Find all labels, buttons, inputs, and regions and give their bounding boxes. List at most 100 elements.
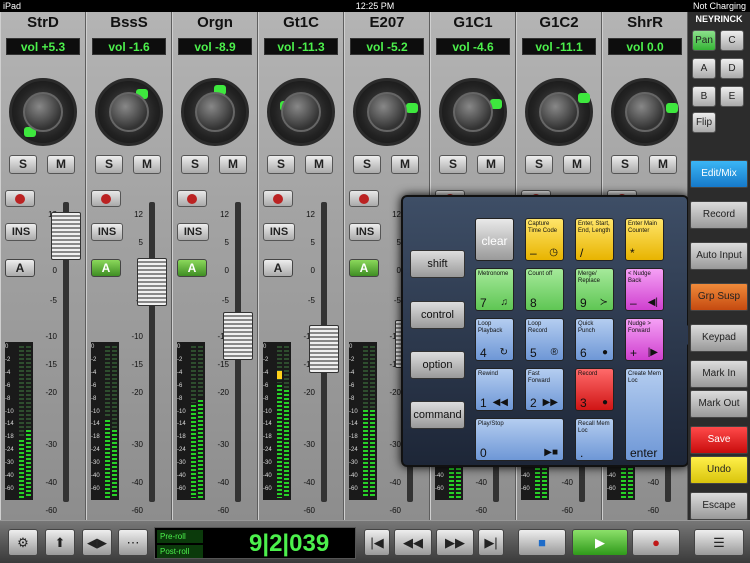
mute-button[interactable]: M — [133, 155, 161, 174]
track-name[interactable]: E207 — [345, 14, 429, 31]
go-to-end-button[interactable]: ▶| — [478, 529, 504, 556]
stop-button[interactable]: ■ — [518, 529, 566, 556]
solo-button[interactable]: S — [353, 155, 381, 174]
keypad-key[interactable]: Play/Stop 0 ▶■ — [475, 418, 564, 461]
go-to-start-button[interactable]: |◀ — [364, 529, 390, 556]
mode-button-flip[interactable]: Flip — [692, 112, 716, 133]
keypad-key[interactable]: Enter, Start, End, Length / — [575, 218, 614, 261]
control-button[interactable]: control — [410, 301, 465, 329]
pan-knob[interactable] — [611, 78, 679, 146]
solo-button[interactable]: S — [95, 155, 123, 174]
settings-button[interactable]: ⚙ — [8, 529, 38, 556]
menu-button[interactable]: ☰ — [694, 529, 744, 556]
pan-knob[interactable] — [9, 78, 77, 146]
mute-button[interactable]: M — [563, 155, 591, 174]
auto-input-button[interactable]: Auto Input — [690, 242, 748, 270]
mode-button-b[interactable]: B — [692, 86, 716, 107]
solo-button[interactable]: S — [9, 155, 37, 174]
command-button[interactable]: command — [410, 401, 465, 429]
pan-knob[interactable] — [439, 78, 507, 146]
track-name[interactable]: Gt1C — [259, 14, 343, 31]
clear-key[interactable]: clear — [475, 218, 514, 261]
volume-fader[interactable] — [137, 258, 167, 306]
keypad-key[interactable]: Merge/ Replace 9 ≻ — [575, 268, 614, 311]
undo-button[interactable]: Undo — [690, 456, 748, 484]
record-button[interactable]: Record — [690, 201, 748, 229]
record-arm-button[interactable] — [5, 190, 35, 207]
mode-button-c[interactable]: C — [720, 30, 744, 51]
automation-button[interactable]: A — [177, 259, 207, 277]
automation-button[interactable]: A — [5, 259, 35, 277]
keypad-key[interactable]: Create Mem Loc enter — [625, 368, 664, 461]
preroll-label[interactable]: Pre-roll — [157, 530, 203, 543]
track-name[interactable]: StrD — [1, 14, 85, 31]
keypad-key[interactable]: Loop Playback 4 ↻ — [475, 318, 514, 361]
mark-in-button[interactable]: Mark In — [690, 360, 748, 388]
solo-button[interactable]: S — [267, 155, 295, 174]
keypad-key[interactable]: Loop Record 5 ® — [525, 318, 564, 361]
mute-button[interactable]: M — [477, 155, 505, 174]
record-arm-button[interactable] — [349, 190, 379, 207]
keypad-key[interactable]: Enter Main Counter * — [625, 218, 664, 261]
mode-button-pan[interactable]: Pan — [692, 30, 716, 51]
keypad-key[interactable]: Recall Mem Loc. — [575, 418, 614, 461]
volume-fader[interactable] — [309, 325, 339, 373]
pan-knob[interactable] — [353, 78, 421, 146]
keypad-key[interactable]: Quick Punch 6 ● — [575, 318, 614, 361]
mode-button-e[interactable]: E — [720, 86, 744, 107]
volume-fader[interactable] — [51, 212, 81, 260]
keypad-key[interactable]: Record 3 ● — [575, 368, 614, 411]
track-name[interactable]: G1C2 — [517, 14, 601, 31]
insert-button[interactable]: INS — [91, 223, 123, 241]
insert-button[interactable]: INS — [263, 223, 295, 241]
mute-button[interactable]: M — [649, 155, 677, 174]
save-button[interactable]: Save — [690, 426, 748, 454]
automation-button[interactable]: A — [349, 259, 379, 277]
mode-button-a[interactable]: A — [692, 58, 716, 79]
mode-button-d[interactable]: D — [720, 58, 744, 79]
keypad-key[interactable]: Metronome 7 ♫ — [475, 268, 514, 311]
pan-knob[interactable] — [181, 78, 249, 146]
postroll-label[interactable]: Post-roll — [157, 545, 203, 558]
automation-button[interactable]: A — [91, 259, 121, 277]
grid-button[interactable]: ⋯ — [118, 529, 148, 556]
insert-button[interactable]: INS — [5, 223, 37, 241]
pan-knob[interactable] — [525, 78, 593, 146]
grp-susp-button[interactable]: Grp Susp — [690, 283, 748, 311]
mute-button[interactable]: M — [47, 155, 75, 174]
play-button[interactable]: ▶ — [572, 529, 628, 556]
track-name[interactable]: BssS — [87, 14, 171, 31]
automation-button[interactable]: A — [263, 259, 293, 277]
track-name[interactable]: ShrR — [603, 14, 687, 31]
insert-button[interactable]: INS — [177, 223, 209, 241]
solo-button[interactable]: S — [611, 155, 639, 174]
mute-button[interactable]: M — [391, 155, 419, 174]
mute-button[interactable]: M — [305, 155, 333, 174]
bank-button[interactable]: ◀▶ — [82, 529, 112, 556]
keypad-key[interactable]: Count off 8 — [525, 268, 564, 311]
option-button[interactable]: option — [410, 351, 465, 379]
volume-fader[interactable] — [223, 312, 253, 360]
rewind-button[interactable]: ◀◀ — [394, 529, 432, 556]
solo-button[interactable]: S — [439, 155, 467, 174]
keypad-key[interactable]: Rewind 1 ◀◀ — [475, 368, 514, 411]
edit-mix-button[interactable]: Edit/Mix — [690, 160, 748, 188]
mute-button[interactable]: M — [219, 155, 247, 174]
track-name[interactable]: Orgn — [173, 14, 257, 31]
pan-knob[interactable] — [267, 78, 335, 146]
solo-button[interactable]: S — [525, 155, 553, 174]
record-arm-button[interactable] — [177, 190, 207, 207]
record-arm-button[interactable] — [91, 190, 121, 207]
insert-button[interactable]: INS — [349, 223, 381, 241]
upload-button[interactable]: ⬆ — [45, 529, 75, 556]
escape-button[interactable]: Escape — [690, 492, 748, 520]
keypad-button[interactable]: Keypad — [690, 324, 748, 352]
fast-forward-button[interactable]: ▶▶ — [436, 529, 474, 556]
record-button[interactable]: ● — [632, 529, 680, 556]
keypad-key[interactable]: Nudge > Forward + |▶ — [625, 318, 664, 361]
mark-out-button[interactable]: Mark Out — [690, 390, 748, 418]
keypad-key[interactable]: Capture Time Code – ◷ — [525, 218, 564, 261]
pan-knob[interactable] — [95, 78, 163, 146]
shift-button[interactable]: shift — [410, 250, 465, 278]
solo-button[interactable]: S — [181, 155, 209, 174]
